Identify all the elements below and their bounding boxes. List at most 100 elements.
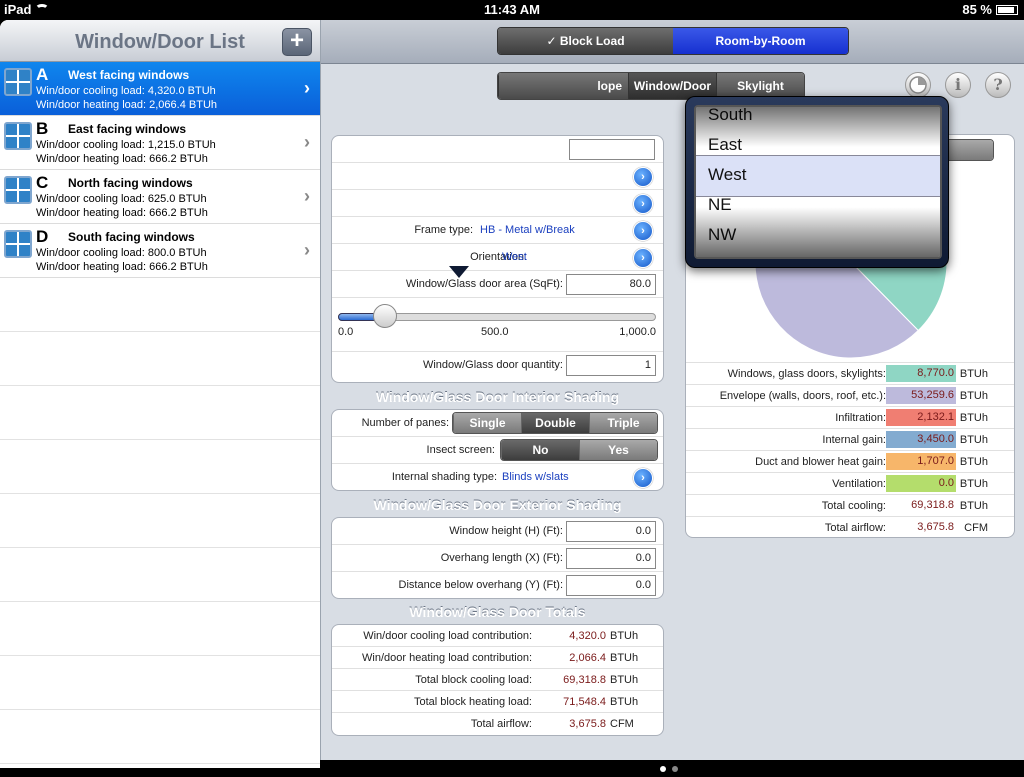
block-load-tab[interactable]: ✓ Block Load: [498, 28, 673, 54]
page-dot[interactable]: [660, 766, 666, 772]
breakdown-row: Total cooling: 69,318.8 BTUh: [686, 495, 1014, 517]
room-by-room-tab[interactable]: Room-by-Room: [673, 28, 848, 54]
breakdown-table: Windows, glass doors, skylights: 8,770.0…: [686, 362, 1014, 537]
overhang-length-input[interactable]: 0.0: [566, 548, 656, 569]
empty-row: [0, 656, 320, 710]
overhang-distance-input[interactable]: 0.0: [566, 575, 656, 596]
window-icon: [4, 68, 32, 96]
load-mode-segment: ✓ Block Load Room-by-Room: [497, 27, 849, 55]
chevron-right-icon: ›: [304, 186, 310, 206]
totals-row: Total block cooling load: 69,318.8 BTUh: [332, 669, 663, 691]
tab-envelope[interactable]: lope: [498, 73, 628, 99]
row-name: North facing windows: [68, 176, 193, 190]
orientation-row[interactable]: Orientation: West ›: [332, 244, 663, 271]
breakdown-row: Internal gain: 3,450.0 BTUh: [686, 429, 1014, 451]
empty-row: [0, 386, 320, 440]
interior-shading-card: Number of panes: Single Double Triple Inse…: [331, 409, 664, 491]
row-heating: Win/door heating load: 666.2 BTUh: [36, 153, 208, 165]
empty-row: [0, 278, 320, 332]
totals-row: Total airflow: 3,675.8 CFM: [470, 718, 634, 730]
insect-screen-segment: No Yes: [500, 439, 658, 461]
exterior-shading-title: Window/Glass Door Exterior Shading: [373, 497, 622, 513]
panes-option-single[interactable]: Single: [453, 413, 521, 433]
area-slider[interactable]: 0.0 500.0 1,000.0: [338, 304, 656, 340]
row-name: West facing windows: [68, 68, 190, 82]
pie-chart-icon[interactable]: [905, 72, 931, 98]
popover-arrow: [449, 266, 469, 278]
chevron-right-icon: ›: [304, 240, 310, 260]
insect-option-yes[interactable]: Yes: [579, 440, 657, 460]
picker-option[interactable]: West: [708, 165, 746, 185]
chevron-right-icon: ›: [304, 132, 310, 152]
info-icon[interactable]: i: [945, 72, 971, 98]
orientation-value: West: [502, 251, 527, 263]
orientation-disclosure[interactable]: ›: [633, 248, 653, 268]
main-panel: ✓ Block Load Room-by-Room lope Window/Do…: [320, 20, 1024, 768]
window-list: A West facing windows Win/door cooling l…: [0, 62, 320, 764]
exterior-shading-card: Window height (H) (Ft): 0.0 Overhang leng…: [331, 517, 664, 599]
row-cooling: Win/door cooling load: 4,320.0 BTUh: [36, 85, 216, 97]
empty-row: [0, 494, 320, 548]
battery-percent: 85 %: [962, 2, 992, 17]
totals-row: Win/door cooling load contribution: 4,32…: [332, 625, 663, 647]
list-item[interactable]: B East facing windows Win/door cooling l…: [0, 116, 320, 170]
add-window-button[interactable]: +: [282, 28, 312, 56]
window-icon: [4, 122, 32, 150]
orientation-picker-popover: SouthEastWestNENW: [685, 96, 949, 268]
empty-row: [0, 548, 320, 602]
empty-row: [0, 440, 320, 494]
totals-card: Win/door cooling load contribution: 4,32…: [331, 624, 664, 736]
row-heating: Win/door heating load: 2,066.4 BTUh: [36, 99, 218, 111]
window-type-disclosure[interactable]: ›: [633, 194, 653, 214]
breakdown-row: Envelope (walls, doors, roof, etc.): 53,…: [686, 385, 1014, 407]
panes-option-double[interactable]: Double: [521, 413, 589, 433]
clock: 11:43 AM: [484, 2, 540, 17]
area-input[interactable]: 80.0: [566, 274, 656, 295]
internal-shading-value: Blinds w/slats: [502, 471, 569, 483]
window-icon: [4, 230, 32, 258]
list-item[interactable]: A West facing windows Win/door cooling l…: [0, 62, 320, 116]
breakdown-row: Total airflow: 3,675.8 CFM: [686, 517, 1014, 537]
row-heating: Win/door heating load: 666.2 BTUh: [36, 207, 208, 219]
list-item[interactable]: D South facing windows Win/door cooling …: [0, 224, 320, 278]
window-details-card: › › Frame type: HB - Metal w/Break › Ori…: [331, 135, 664, 383]
row-name: East facing windows: [68, 122, 187, 136]
chevron-right-icon: ›: [304, 78, 310, 98]
frame-type-value: HB - Metal w/Break: [480, 224, 575, 236]
breakdown-row: Ventilation: 0.0 BTUh: [686, 473, 1014, 495]
quantity-input[interactable]: 1: [566, 355, 656, 376]
breakdown-row: Duct and blower heat gain: 1,707.0 BTUh: [686, 451, 1014, 473]
page-indicator: [660, 759, 688, 772]
status-bar: iPad 11:43 AM 85 %: [0, 0, 1024, 20]
row-letter: A: [36, 65, 49, 84]
row-cooling: Win/door cooling load: 625.0 BTUh: [36, 193, 207, 205]
frame-type-disclosure[interactable]: ›: [633, 221, 653, 241]
totals-row: Total block heating load: 71,548.4 BTUh: [332, 691, 663, 713]
window-icon: [4, 176, 32, 204]
internal-shading-disclosure[interactable]: ›: [633, 468, 653, 488]
page-dot[interactable]: [672, 766, 678, 772]
top-toolbar: ✓ Block Load Room-by-Room: [321, 20, 1024, 64]
row-letter: C: [36, 173, 49, 192]
list-item[interactable]: C North facing windows Win/door cooling …: [0, 170, 320, 224]
totals-row: Win/door heating load contribution: 2,06…: [332, 647, 663, 669]
panes-segment: Single Double Triple: [452, 412, 658, 434]
row-letter: B: [36, 119, 49, 138]
slider-thumb[interactable]: [373, 304, 398, 328]
orientation-picker[interactable]: SouthEastWestNENW: [694, 105, 942, 259]
breakdown-row: Infiltration: 2,132.1 BTUh: [686, 407, 1014, 429]
window-height-input[interactable]: 0.0: [566, 521, 656, 542]
window-name-field[interactable]: [569, 139, 655, 160]
panes-option-triple[interactable]: Triple: [589, 413, 657, 433]
list-header: Window/Door List +: [0, 20, 320, 62]
row-heating: Win/door heating load: 666.2 BTUh: [36, 261, 208, 273]
totals-title: Window/Glass Door Totals: [409, 604, 586, 620]
empty-row: [0, 332, 320, 386]
internal-shading-row[interactable]: Internal shading type: Blinds w/slats ›: [332, 464, 663, 490]
glass-type-disclosure[interactable]: ›: [633, 167, 653, 187]
battery-icon: [996, 5, 1018, 15]
frame-type-row[interactable]: Frame type: HB - Metal w/Break ›: [332, 217, 663, 244]
help-icon[interactable]: ?: [985, 72, 1011, 98]
insect-option-no[interactable]: No: [501, 440, 579, 460]
empty-row: [0, 602, 320, 656]
